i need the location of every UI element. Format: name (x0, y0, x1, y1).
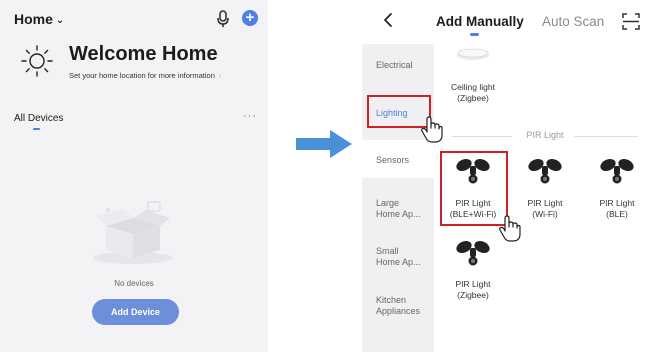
more-icon[interactable]: ··· (243, 110, 257, 122)
tab-underline (33, 128, 40, 130)
welcome-subtitle-text: Set your home location for more informat… (69, 71, 215, 80)
section-header: PIR Light (452, 130, 638, 142)
device-label: (Wi-Fi) (532, 209, 558, 219)
add-device-screen: Add Manually Auto Scan Electrical Lighti… (362, 0, 654, 352)
device-pir-light-zigbee[interactable]: PIR Light (Zigbee) (442, 279, 504, 301)
category-label: Small (376, 246, 399, 256)
scan-icon[interactable] (622, 13, 640, 30)
empty-box-illustration (93, 201, 173, 264)
device-label: (BLE) (606, 209, 628, 219)
arrow-right-icon (296, 130, 352, 158)
device-label: Ceiling light (451, 82, 495, 92)
tab-add-manually[interactable]: Add Manually (436, 14, 524, 29)
device-pir-light-ble[interactable]: PIR Light (BLE) (586, 198, 648, 220)
category-small-home-appliances[interactable]: Small Home Ap... (376, 246, 421, 268)
tab-all-devices[interactable]: All Devices (14, 113, 63, 124)
hand-pointer-icon (499, 215, 521, 242)
device-label: PIR Light (455, 279, 491, 289)
category-sidebar: Electrical Lighting Sensors Large Home A… (362, 44, 434, 352)
pir-light-icon[interactable] (599, 156, 635, 186)
home-screen: Home ⌄ + Welcome Home Set your home locat… (0, 0, 268, 352)
back-chevron-icon[interactable] (382, 12, 394, 28)
add-device-button[interactable]: Add Device (92, 299, 179, 325)
category-sensors[interactable]: Sensors (376, 155, 409, 166)
home-title: Home (14, 11, 53, 27)
home-selector[interactable]: Home ⌄ (14, 11, 64, 27)
empty-state-text: No devices (114, 279, 154, 288)
device-label: PIR Light (599, 198, 635, 208)
device-label: (Zigbee) (457, 290, 489, 300)
tab-auto-scan[interactable]: Auto Scan (542, 14, 604, 29)
device-label: (Zigbee) (457, 93, 489, 103)
category-kitchen-appliances[interactable]: Kitchen Appliances (376, 295, 420, 317)
category-label: Large (376, 198, 400, 208)
chevron-down-icon: ⌄ (55, 15, 65, 26)
device-pir-light-wifi[interactable]: PIR Light (Wi-Fi) (514, 198, 576, 220)
microphone-icon[interactable] (216, 10, 230, 28)
plus-icon[interactable]: + (242, 10, 258, 26)
hand-pointer-icon (421, 116, 443, 143)
tab-active-indicator (470, 33, 479, 36)
category-label: Appliances (376, 306, 421, 316)
pir-light-icon[interactable] (527, 156, 563, 186)
welcome-subtitle[interactable]: Set your home location for more informat… (69, 71, 221, 80)
category-large-home-appliances[interactable]: Large Home Ap... (376, 198, 421, 220)
sun-icon (21, 45, 53, 77)
section-title: PIR Light (526, 130, 564, 140)
category-label: Home Ap... (376, 257, 421, 267)
pir-light-icon[interactable] (455, 238, 491, 268)
category-label: Kitchen (376, 295, 407, 305)
category-electrical[interactable]: Electrical (376, 60, 413, 71)
device-label: PIR Light (527, 198, 563, 208)
category-label: Sensors (376, 155, 410, 165)
category-label: Home Ap... (376, 209, 421, 219)
welcome-title: Welcome Home (69, 43, 218, 65)
device-ceiling-light[interactable]: Ceiling light (Zigbee) (442, 82, 504, 104)
divider (574, 136, 638, 137)
chevron-right-icon: › (218, 71, 222, 80)
ceiling-light-icon[interactable] (455, 46, 491, 68)
category-label: Electrical (376, 60, 413, 70)
